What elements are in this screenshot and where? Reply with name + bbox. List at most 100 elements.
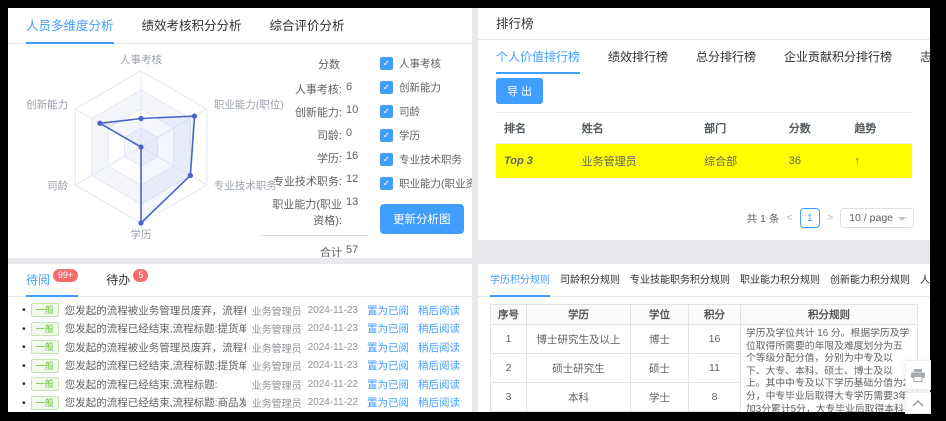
checkbox-checked-icon[interactable]: ✓ xyxy=(380,129,393,142)
legend-item-3: ✓学历 xyxy=(380,128,472,143)
radar-data-point xyxy=(192,114,197,119)
todo-item-text: 您发起的流程被业务管理员废弃，流程标题:提货单，废弃说明: xyxy=(65,303,246,318)
back-to-top-button[interactable] xyxy=(905,392,931,414)
todo-item-user: 业务管理员 xyxy=(252,395,302,410)
rank-department: 综合部 xyxy=(696,144,781,179)
legend-item-0: ✓ 人事考核 xyxy=(380,56,472,71)
todo-item-date: 2024-11-22 xyxy=(308,379,358,390)
score-row-value: 6 xyxy=(346,81,368,97)
export-button[interactable]: 导 出 xyxy=(496,78,543,104)
rules-tab-0[interactable]: 学历积分规则 xyxy=(490,264,550,297)
rules-no: 3 xyxy=(491,383,527,412)
checkbox-checked-icon[interactable]: ✓ xyxy=(380,57,393,70)
ranking-row[interactable]: Top 3业务管理员综合部36↑ xyxy=(496,144,912,179)
rules-education: 博士研究生及以上 xyxy=(527,325,631,354)
dashboard-stage: 人员多维度分析绩效考核积分分析综合评价分析 人事考核职业能力(职位)专业技术职务… xyxy=(8,8,930,412)
priority-tag: 一般 xyxy=(31,303,59,317)
score-total-value: 57 xyxy=(346,244,368,258)
todo-item-date: 2024-11-23 xyxy=(308,323,358,334)
legend-item-4: ✓专业技术职务 xyxy=(380,152,472,167)
todo-item-text: 您发起的流程已经结束,流程标题:提货单 xyxy=(65,358,246,373)
rules-tabs-bar: 学历积分规则司龄积分规则专业技能职务积分规则职业能力积分规则创新能力积分规则人事… xyxy=(478,264,930,297)
rules-tab-4[interactable]: 创新能力积分规则 xyxy=(830,264,910,297)
read-later-link[interactable]: 稍后阅读 xyxy=(418,321,460,336)
rules-tab-1[interactable]: 司龄积分规则 xyxy=(560,264,620,297)
rank-col-header: 分数 xyxy=(781,113,847,144)
bullet-icon: • xyxy=(22,360,26,372)
pagination: 共 1 条 < 1 > 10 / page xyxy=(747,208,914,228)
legend-item-label: 人事考核 xyxy=(399,56,441,71)
rules-points: 8 xyxy=(689,383,741,412)
read-later-link[interactable]: 稍后阅读 xyxy=(418,303,460,318)
checkbox-checked-icon[interactable]: ✓ xyxy=(380,153,393,166)
page-number-1[interactable]: 1 xyxy=(800,208,820,228)
rules-degree: 学士 xyxy=(631,383,689,412)
rules-row-0: 1博士研究生及以上博士16学历及学位共计 16 分。根据学历及学位取得所需要的年… xyxy=(491,325,918,354)
page-size-select[interactable]: 10 / page xyxy=(840,208,914,228)
ranking-tabs-bar: 个人价值排行榜绩效排行榜总分排行榜企业贡献积分排行榜 志愿者积分排行榜 xyxy=(478,40,930,74)
checkbox-checked-icon[interactable]: ✓ xyxy=(380,177,393,190)
todo-item-5: •一般您发起的流程已经结束,流程标题:商品发放业务管理员2024-11-22置为… xyxy=(20,394,460,413)
analysis-tab-0[interactable]: 人员多维度分析 xyxy=(26,8,114,44)
mark-read-link[interactable]: 置为已阅 xyxy=(367,321,409,336)
radar-data-point xyxy=(97,121,102,126)
priority-tag: 一般 xyxy=(31,396,59,410)
bullet-icon: • xyxy=(22,323,26,335)
rules-table: 序号学历学位积分积分规则 1博士研究生及以上博士16学历及学位共计 16 分。根… xyxy=(490,304,918,412)
rules-tab-3[interactable]: 职业能力积分规则 xyxy=(740,264,820,297)
ranking-tab-0[interactable]: 个人价值排行榜 xyxy=(496,40,580,74)
todo-item-date: 2024-11-23 xyxy=(308,360,358,371)
mark-read-link[interactable]: 置为已阅 xyxy=(367,340,409,355)
checkbox-checked-icon[interactable]: ✓ xyxy=(380,81,393,94)
prev-page-button[interactable]: < xyxy=(786,212,792,224)
radar-axis-label: 司龄 xyxy=(47,179,68,192)
ranking-tab-2[interactable]: 总分排行榜 xyxy=(696,40,756,74)
read-later-link[interactable]: 稍后阅读 xyxy=(418,395,460,410)
update-chart-button[interactable]: 更新分析图 xyxy=(380,204,464,234)
rules-no: 1 xyxy=(491,325,527,354)
panel-score-rules: 学历积分规则司龄积分规则专业技能职务积分规则职业能力积分规则创新能力积分规则人事… xyxy=(478,264,930,412)
radar-data-point xyxy=(138,220,143,225)
todo-item-text: 您发起的流程已经结束,流程标题: xyxy=(65,377,246,392)
bullet-icon: • xyxy=(22,378,26,390)
rules-tab-5[interactable]: 人事考核积分规则 xyxy=(920,264,930,297)
bullet-icon: • xyxy=(22,304,26,316)
printer-icon xyxy=(911,369,925,382)
todo-tab-1[interactable]: 待办5 xyxy=(106,264,148,297)
score-table: 分数 人事考核:6创新能力:10司龄:0学历:16专业技术职务:12职业能力(职… xyxy=(260,56,368,258)
mark-read-link[interactable]: 置为已阅 xyxy=(367,303,409,318)
score-row-label: 职业能力(职业资格): xyxy=(262,196,342,228)
score-table-header: 分数 xyxy=(260,56,368,72)
score-total-label: 合计 xyxy=(320,244,342,258)
mark-read-link[interactable]: 置为已阅 xyxy=(367,395,409,410)
panel-ranking: 排行榜 个人价值排行榜绩效排行榜总分排行榜企业贡献积分排行榜志愿者积分排行榜 导… xyxy=(478,8,930,240)
analysis-tab-1[interactable]: 绩效考核积分分析 xyxy=(142,8,242,44)
mark-read-link[interactable]: 置为已阅 xyxy=(367,358,409,373)
ranking-tab-1[interactable]: 绩效排行榜 xyxy=(608,40,668,74)
checkbox-checked-icon[interactable]: ✓ xyxy=(380,105,393,118)
ranking-tab-4[interactable]: 志愿者积分排行榜 xyxy=(920,40,930,74)
bullet-icon: • xyxy=(22,397,26,409)
read-later-link[interactable]: 稍后阅读 xyxy=(418,340,460,355)
rules-col-header: 学历 xyxy=(527,305,631,325)
ranking-tab-3[interactable]: 企业贡献积分排行榜 xyxy=(784,40,892,74)
analysis-tab-2[interactable]: 综合评价分析 xyxy=(270,8,345,44)
read-later-link[interactable]: 稍后阅读 xyxy=(418,358,460,373)
rules-education: 本科 xyxy=(527,383,631,412)
print-button[interactable] xyxy=(905,360,931,390)
read-later-link[interactable]: 稍后阅读 xyxy=(418,377,460,392)
priority-tag: 一般 xyxy=(31,377,59,391)
score-total-row: 合计 57 xyxy=(260,235,368,258)
rules-tab-2[interactable]: 专业技能职务积分规则 xyxy=(630,264,730,297)
todo-item-user: 业务管理员 xyxy=(252,321,302,336)
legend-item-5: ✓职业能力(职业资格) xyxy=(380,176,472,191)
mark-read-link[interactable]: 置为已阅 xyxy=(367,377,409,392)
next-page-button[interactable]: > xyxy=(827,212,833,224)
panel-personnel-analysis: 人员多维度分析绩效考核积分分析综合评价分析 人事考核职业能力(职位)专业技术职务… xyxy=(8,8,472,258)
score-row-label: 创新能力: xyxy=(295,104,342,120)
chevron-up-icon xyxy=(912,400,924,407)
rules-degree: 博士 xyxy=(631,325,689,354)
score-row-3: 学历:16 xyxy=(260,150,368,166)
bullet-icon: • xyxy=(22,341,26,353)
todo-tab-0[interactable]: 待阅99+ xyxy=(26,264,78,297)
